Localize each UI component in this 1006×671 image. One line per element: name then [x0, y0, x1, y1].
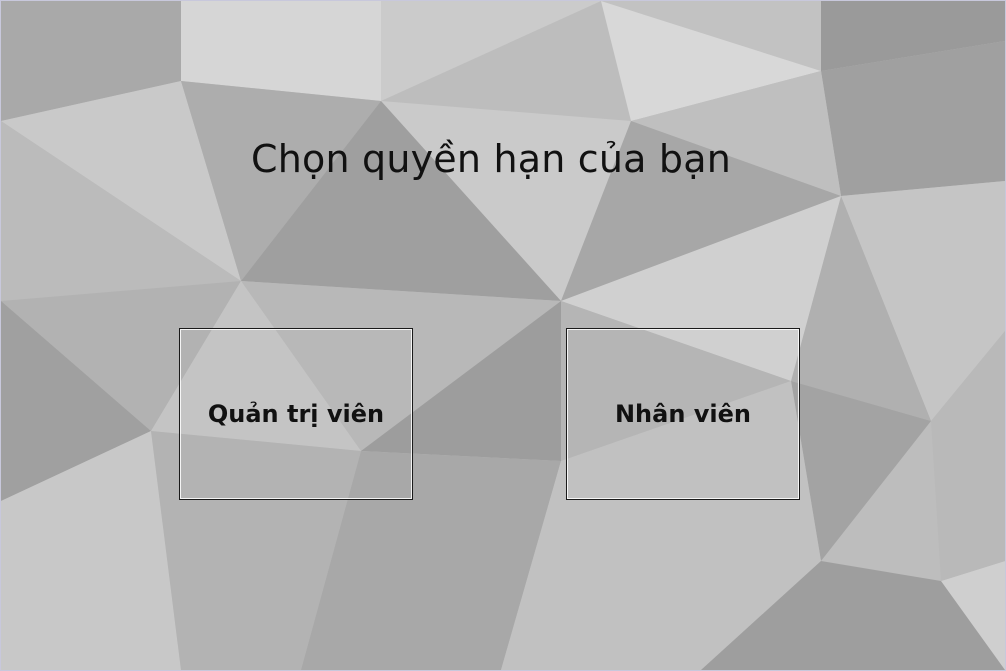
- role-selection-window: Chọn quyền hạn của bạn Quản trị viên Nhâ…: [0, 0, 1006, 671]
- admin-role-button[interactable]: Quản trị viên: [179, 328, 413, 500]
- page-title: Chọn quyền hạn của bạn: [250, 137, 732, 181]
- polygon-background: [1, 1, 1005, 670]
- staff-role-button[interactable]: Nhân viên: [566, 328, 800, 500]
